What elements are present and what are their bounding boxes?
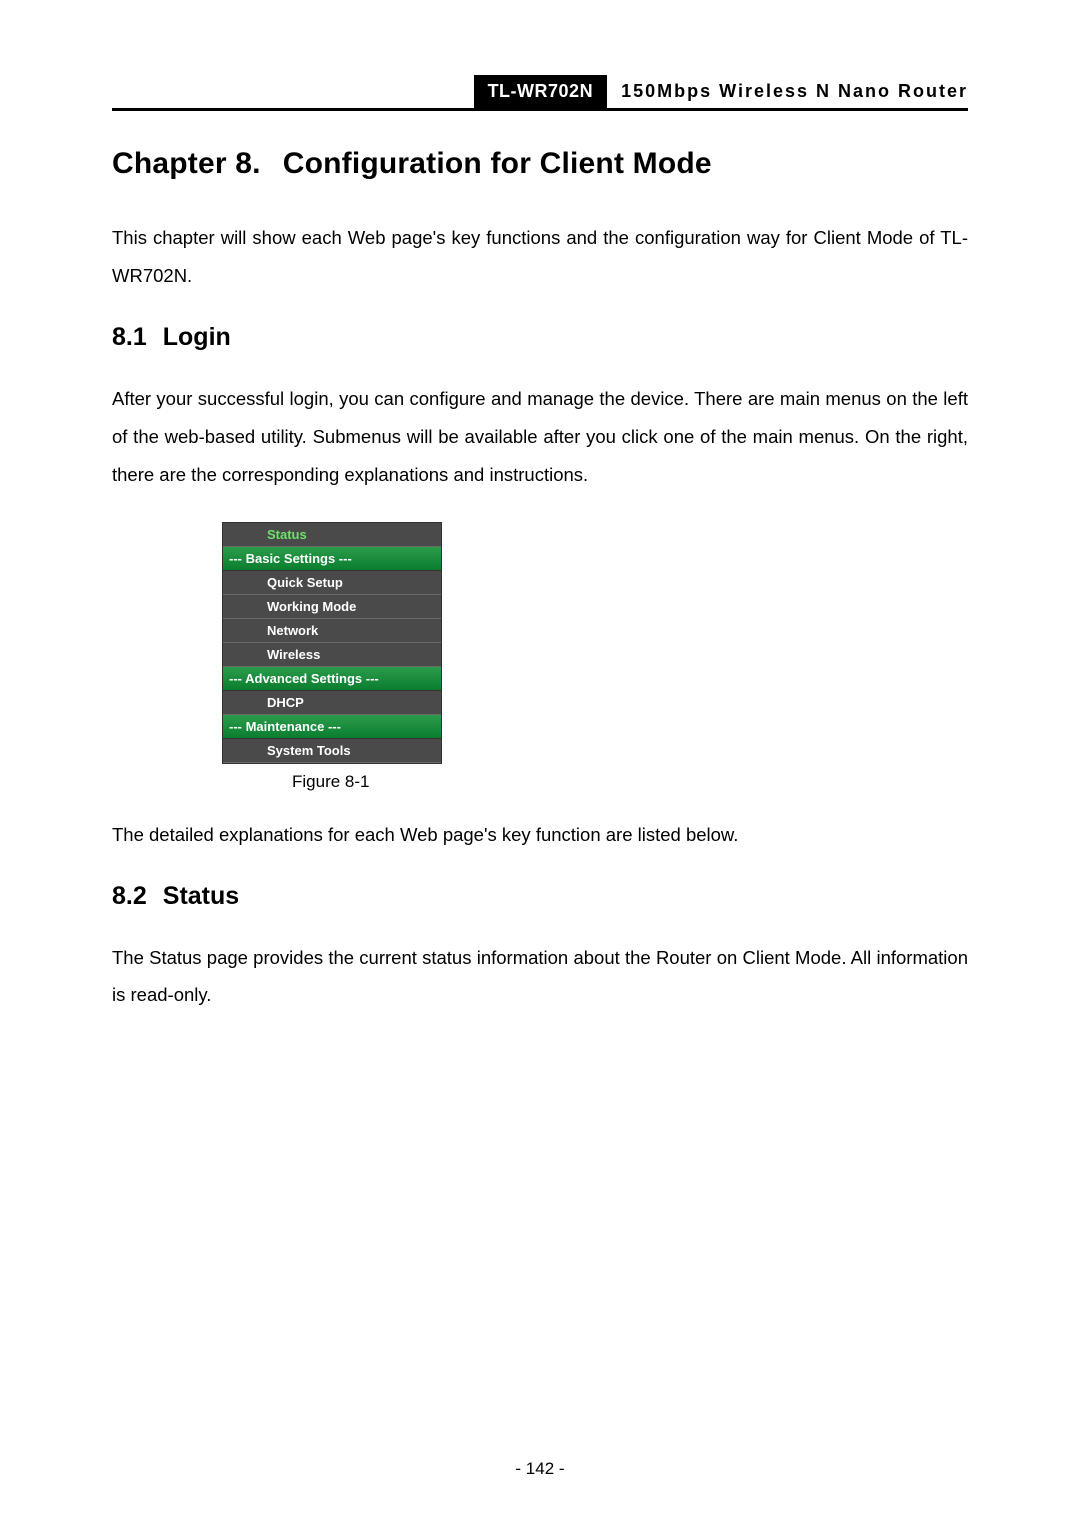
intro-paragraph: This chapter will show each Web page's k… [112,219,968,295]
document-header: TL-WR702N 150Mbps Wireless N Nano Router [112,75,968,111]
chapter-title-text: Configuration for Client Mode [283,147,712,180]
section-status-number: 8.2 [112,882,147,911]
login-paragraph: After your successful login, you can con… [112,380,968,494]
device-model: TL-WR702N [474,75,608,108]
status-paragraph: The Status page provides the current sta… [112,939,968,1015]
sidebar-menu: Status --- Basic Settings --- Quick Setu… [222,522,442,764]
section-status-heading: 8.2 Status [112,882,968,911]
page-number: - 142 - [0,1459,1080,1479]
chapter-number: Chapter 8. [112,147,261,181]
menu-group-basic: --- Basic Settings --- [223,547,441,571]
section-login-heading: 8.1 Login [112,323,968,352]
menu-screenshot: Status --- Basic Settings --- Quick Setu… [222,522,968,764]
menu-dhcp[interactable]: DHCP [223,691,441,715]
post-figure-paragraph: The detailed explanations for each Web p… [112,816,968,854]
chapter-title: Chapter 8. Configuration for Client Mode [112,147,968,181]
menu-group-advanced: --- Advanced Settings --- [223,667,441,691]
figure-caption: Figure 8-1 [292,772,968,792]
menu-system-tools[interactable]: System Tools [223,739,441,763]
section-login-title: Login [163,323,231,351]
device-description: 150Mbps Wireless N Nano Router [607,75,968,108]
menu-quick-setup[interactable]: Quick Setup [223,571,441,595]
section-login-number: 8.1 [112,323,147,352]
menu-group-maintenance: --- Maintenance --- [223,715,441,739]
menu-wireless[interactable]: Wireless [223,643,441,667]
menu-network[interactable]: Network [223,619,441,643]
section-status-title: Status [163,882,239,910]
menu-status[interactable]: Status [223,523,441,547]
menu-working-mode[interactable]: Working Mode [223,595,441,619]
